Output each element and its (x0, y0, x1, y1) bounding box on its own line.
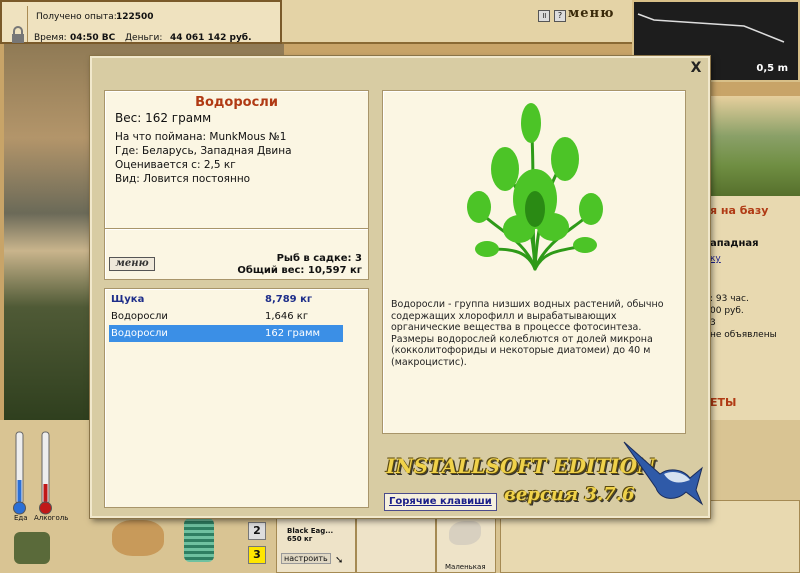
money-value: 44 061 142 руб. (170, 33, 252, 43)
top-menu: ॥ ? меню (530, 4, 626, 26)
arrow-icon: ➘ (335, 555, 344, 566)
slot-3-button[interactable]: 3 (248, 546, 266, 564)
fish-weight-cell: 162 грамм (265, 328, 321, 339)
right-info-panel: я на базу ападная ку : 93 час. 00 руб. 3… (710, 196, 800, 446)
fish-name: Щука (111, 294, 145, 305)
menu-button[interactable]: меню (568, 6, 614, 21)
experience-value: 122500 (116, 12, 154, 22)
distance-readout: 0,5 m (756, 63, 788, 74)
location-name: ападная (710, 238, 759, 249)
fish-weight-cell: 1,646 кг (265, 311, 309, 322)
catch-dialog: X Водоросли Вес: 162 грамм На что пойман… (90, 56, 710, 518)
thermometers (8, 428, 68, 524)
pause-icon[interactable]: ॥ (538, 10, 550, 22)
seaweed-image (467, 103, 603, 271)
catch-location: Где: Беларусь, Западная Двина (115, 145, 292, 157)
fish-kind: Вид: Ловится постоянно (115, 173, 251, 185)
lock-icon[interactable] (8, 6, 28, 43)
fish-weight: Вес: 162 грамм (115, 111, 212, 125)
caught-on: На что поймана: MunkMous №1 (115, 131, 287, 143)
fish-count: Рыб в садке: 3 (276, 253, 362, 264)
lure-icon (449, 521, 481, 545)
count-text: 3 (710, 318, 716, 328)
list-item-selected[interactable]: Водоросли 162 грамм (109, 325, 343, 342)
adjust-button[interactable]: настроить (281, 553, 331, 564)
basket-icon[interactable] (112, 520, 164, 556)
hotkeys-button[interactable]: Горячие клавиши (384, 493, 497, 511)
location-photo (710, 96, 800, 196)
status-panel: Получено опыта: 122500 Время: 04:50 ВС Д… (0, 0, 282, 44)
money-text: 00 руб. (710, 306, 744, 316)
fish-name: Водоросли (111, 311, 168, 322)
total-weight: Общий вес: 10,597 кг (237, 265, 362, 276)
time-value: 04:50 ВС (70, 33, 116, 43)
bag-icon[interactable] (14, 532, 50, 564)
list-item[interactable]: Щука 8,789 кг (109, 291, 343, 308)
close-button[interactable]: X (688, 61, 704, 77)
bait-weight: 650 кг (287, 535, 313, 543)
fish-picture-panel: Водоросли - группа низших водных растени… (382, 90, 686, 434)
help-button[interactable]: ? (554, 10, 566, 22)
time-label: Время: (34, 33, 67, 43)
experience-label: Получено опыта: (36, 12, 117, 22)
fish-info-panel: Водоросли Вес: 162 грамм На что поймана:… (104, 90, 369, 246)
list-item[interactable]: Водоросли 1,646 кг (109, 308, 343, 325)
food-label: Еда (14, 514, 28, 522)
fish-description: Водоросли - группа низших водных растени… (391, 299, 664, 368)
lure-label: Маленькая (445, 563, 486, 571)
to-base-label[interactable]: я на базу (710, 204, 768, 217)
fish-title: Водоросли (195, 95, 278, 110)
brand-logo: INSTALLSOFT EDITION (386, 454, 656, 478)
location-link[interactable]: ку (710, 254, 721, 264)
version-label: версия 3.7.6 (504, 484, 635, 505)
section-title: ЕТЫ (710, 396, 737, 409)
slot-2-button[interactable]: 2 (248, 522, 266, 540)
bait-name: Black Eag... (287, 527, 334, 535)
marlin-icon (620, 438, 704, 508)
keepnet-summary: меню Рыб в садке: 3 Общий вес: 10,597 кг (104, 228, 369, 280)
fish-weight-cell: 8,789 кг (265, 294, 313, 305)
money-label: Деньги: (125, 33, 163, 43)
catch-list: Щука 8,789 кг Водоросли 1,646 кг Водорос… (104, 288, 369, 508)
hours-text: : 93 час. (710, 294, 749, 304)
value-threshold: Оценивается с: 2,5 кг (115, 159, 236, 171)
fish-name: Водоросли (111, 328, 168, 339)
alcohol-label: Алкоголь (34, 514, 69, 522)
announced-text: не объявлены (710, 330, 777, 340)
keepnet-icon[interactable] (184, 518, 214, 562)
keepnet-menu-button[interactable]: меню (109, 257, 155, 271)
